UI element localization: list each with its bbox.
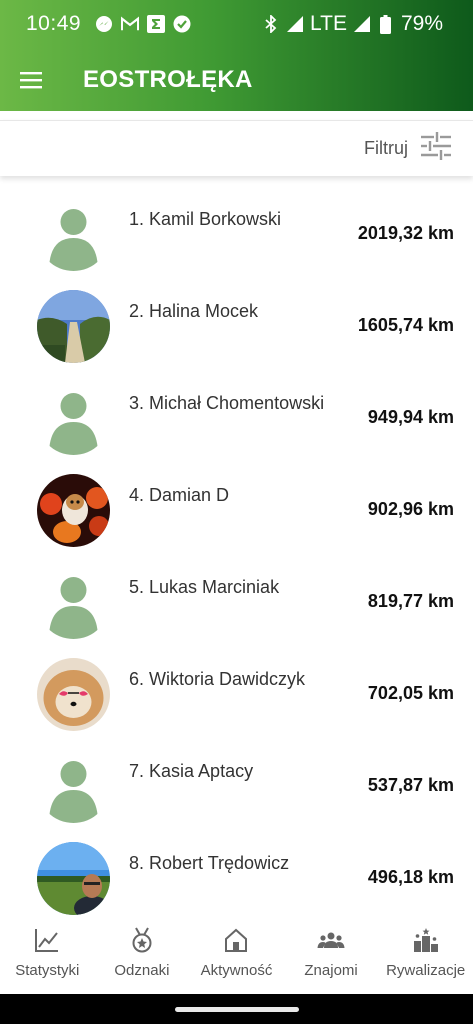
avatar (37, 842, 110, 915)
hamburger-menu-icon[interactable] (2, 50, 62, 110)
nav-label: Aktywność (200, 962, 273, 979)
athlete-name: 1. Kamil Borkowski (129, 209, 282, 229)
page-title: EOSTROŁĘKA (83, 65, 253, 93)
battery-level: 79% (400, 12, 443, 35)
nav-statystyki[interactable]: Statystyki (0, 920, 95, 994)
avatar (37, 658, 110, 731)
nav-label: Statystyki (15, 962, 80, 979)
athlete-name: 3. Michał Chomentowski (129, 393, 325, 413)
avatar (37, 474, 110, 547)
gmail-icon (121, 15, 140, 33)
list-item[interactable]: 2. Halina Mocek 1605,74 km (0, 280, 473, 372)
person-placeholder-icon (37, 566, 110, 639)
athlete-name: 7. Kasia Aptacy (129, 761, 254, 781)
medal-icon (132, 927, 152, 953)
group-icon (317, 932, 345, 948)
clock: 10:49 (26, 12, 82, 35)
list-item[interactable]: 7. Kasia Aptacy 537,87 km (0, 740, 473, 832)
app-bar: EOSTROŁĘKA (0, 48, 473, 111)
battery-icon (377, 14, 395, 34)
system-navigation-bar (0, 994, 473, 1024)
nav-label: Odznaki (114, 962, 170, 979)
nav-odznaki[interactable]: Odznaki (95, 920, 190, 994)
athlete-name: 6. Wiktoria Dawidczyk (129, 669, 306, 689)
athlete-distance: 496,18 km (367, 867, 454, 887)
athlete-distance: 819,77 km (367, 591, 454, 611)
nav-aktywnosc[interactable]: Aktywność (189, 920, 284, 994)
filter-button-label[interactable]: Filtruj (364, 138, 408, 159)
athlete-name: 5. Lukas Marciniak (129, 577, 280, 597)
athlete-distance: 2019,32 km (357, 223, 454, 243)
home-gesture-pill[interactable] (174, 1006, 299, 1012)
list-item[interactable]: 4. Damian D 902,96 km (0, 464, 473, 556)
list-item[interactable]: 8. Robert Trędowicz 496,18 km (0, 832, 473, 924)
nav-rywalizacje[interactable]: Rywalizacje (378, 920, 473, 994)
avatar (37, 290, 110, 363)
athlete-name: 8. Robert Trędowicz (129, 853, 290, 873)
sliders-icon[interactable] (421, 132, 451, 165)
athlete-name: 2. Halina Mocek (129, 301, 259, 321)
cell-signal-icon (353, 15, 371, 33)
athlete-distance: 537,87 km (367, 775, 454, 795)
athlete-distance: 949,94 km (367, 407, 454, 427)
bluetooth-icon (262, 15, 280, 33)
person-placeholder-icon (37, 750, 110, 823)
bottom-navigation: Statystyki Odznaki Aktywność Znajomi Ryw… (0, 920, 473, 994)
nav-label: Znajomi (304, 962, 358, 979)
athlete-distance: 1605,74 km (357, 315, 454, 335)
athlete-distance: 902,96 km (367, 499, 454, 519)
athlete-name: 4. Damian D (129, 485, 230, 505)
network-type: LTE (310, 12, 347, 35)
nav-znajomi[interactable]: Znajomi (284, 920, 379, 994)
line-chart-icon (35, 929, 59, 952)
home-icon (225, 928, 248, 952)
status-bar: 10:49 LTE 79% (0, 0, 473, 48)
check-badge-icon (173, 15, 191, 33)
list-item[interactable]: 1. Kamil Borkowski 2019,32 km (0, 188, 473, 280)
person-placeholder-icon (37, 382, 110, 455)
podium-icon (413, 928, 438, 952)
list-item[interactable]: 3. Michał Chomentowski 949,94 km (0, 372, 473, 464)
wifi-signal-icon (286, 15, 304, 33)
athlete-distance: 702,05 km (367, 683, 454, 703)
list-item[interactable]: 5. Lukas Marciniak 819,77 km (0, 556, 473, 648)
filter-bar: Filtruj (0, 120, 473, 176)
list-item[interactable]: 6. Wiktoria Dawidczyk 702,05 km (0, 648, 473, 740)
leaderboard-list: 1. Kamil Borkowski 2019,32 km 2. Halina … (0, 188, 473, 924)
person-placeholder-icon (37, 198, 110, 271)
messenger-icon (95, 15, 113, 33)
sigma-app-icon (147, 15, 166, 33)
nav-label: Rywalizacje (386, 962, 466, 979)
